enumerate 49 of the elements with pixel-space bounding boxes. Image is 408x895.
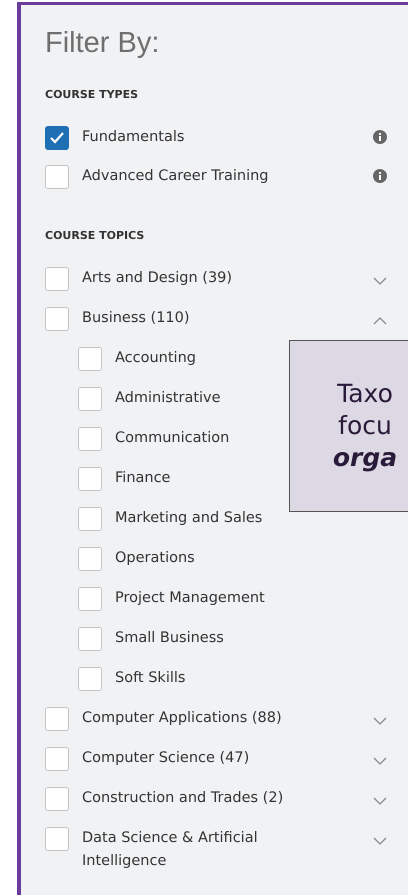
chevron-down-icon[interactable] [373,796,387,806]
checkbox[interactable] [78,467,102,491]
checkbox[interactable] [45,827,69,851]
section-heading: COURSE TYPES [45,88,140,101]
callout-text: focu [338,410,392,442]
checkbox[interactable] [45,707,69,731]
checkbox[interactable] [45,267,69,291]
filter-label: Marketing and Sales [115,509,262,528]
chevron-down-icon[interactable] [373,836,387,846]
filter-label: Operations [115,549,195,568]
checkbox[interactable] [78,387,102,411]
callout-text: orga [332,442,398,474]
filter-label: Finance [115,469,170,488]
filter-label: Project Management [115,589,265,608]
checkbox[interactable] [78,667,102,691]
checkbox[interactable] [45,307,69,331]
chevron-down-icon[interactable] [373,716,387,726]
checkbox[interactable] [78,547,102,571]
checkbox[interactable] [78,627,102,651]
panel-title: Filter By: [45,27,160,60]
checkbox[interactable] [45,747,69,771]
checkbox[interactable] [45,165,69,189]
filter-label: Administrative [115,389,221,408]
chevron-down-icon[interactable] [373,756,387,766]
checkbox[interactable] [78,427,102,451]
checkbox[interactable] [78,507,102,531]
callout-text: Taxo [337,378,393,410]
chevron-down-icon[interactable] [373,276,387,286]
filter-label: Communication [115,429,230,448]
filter-label: Advanced Career Training [82,167,269,186]
filter-label: Soft Skills [115,669,186,688]
filter-label: Computer Applications (88) [82,709,282,728]
info-icon[interactable] [373,130,387,144]
checkbox[interactable] [78,587,102,611]
filter-label: Fundamentals [82,128,184,147]
checkmark-icon [49,131,65,145]
filter-label: Computer Science (47) [82,749,250,768]
info-icon[interactable] [373,169,387,183]
section-heading: COURSE TOPICS [45,229,146,242]
chevron-up-icon[interactable] [373,316,387,326]
filter-label: Data Science & Artificial Intelligence [82,829,259,871]
filter-label: Arts and Design (39) [82,269,232,288]
filter-label: Business (110) [82,309,190,328]
checkbox[interactable] [45,126,69,150]
filter-label: Accounting [115,349,196,368]
filter-label: Construction and Trades (2) [82,789,284,808]
checkbox[interactable] [45,787,69,811]
filter-label: Small Business [115,629,224,648]
checkbox[interactable] [78,347,102,371]
